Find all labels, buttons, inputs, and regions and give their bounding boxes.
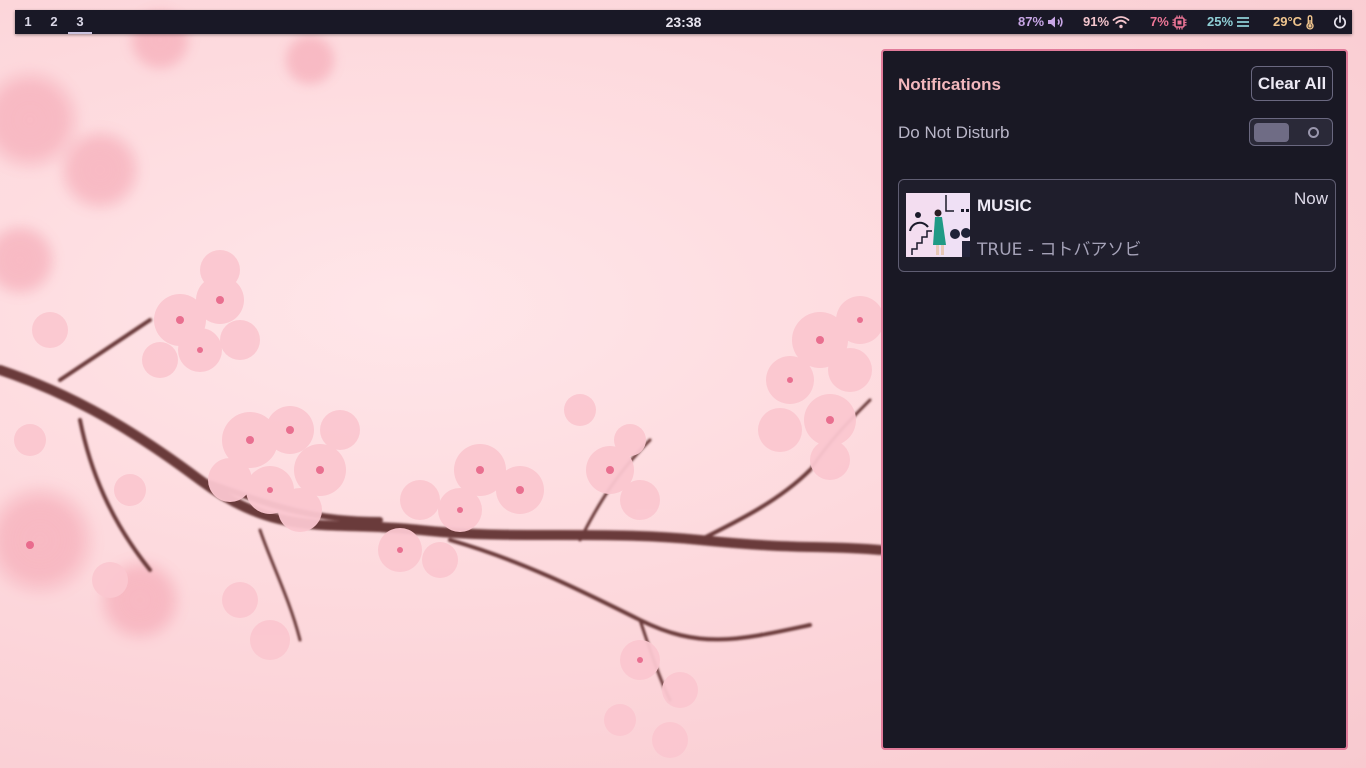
notification-time: Now: [1293, 189, 1328, 208]
power-icon: [1333, 15, 1347, 29]
notification-body: TRUE - コトバアソビ: [977, 240, 1142, 260]
cpu-icon: [1172, 15, 1187, 29]
workspace-1-button[interactable]: 1: [15, 10, 41, 34]
power-button[interactable]: [1333, 10, 1347, 34]
temperature-value: 29°C: [1273, 14, 1303, 29]
toggle-off-indicator-icon: [1308, 127, 1319, 138]
volume-module[interactable]: 87%: [1018, 10, 1065, 34]
cpu-value: 7%: [1150, 14, 1169, 29]
workspace-3-button[interactable]: 3: [67, 10, 93, 34]
clear-all-button[interactable]: Clear All: [1251, 66, 1333, 101]
album-art-image: [906, 193, 970, 257]
memory-icon: [1237, 17, 1250, 27]
memory-module[interactable]: 25%: [1207, 10, 1250, 34]
cpu-module[interactable]: 7%: [1150, 10, 1187, 34]
toggle-knob: [1254, 123, 1289, 142]
workspace-2-button[interactable]: 2: [41, 10, 67, 34]
wifi-icon: [1112, 16, 1130, 29]
thermometer-icon: [1306, 14, 1314, 30]
top-bar: 1 2 3 23:38 87% 91% 7% 25% 29°C: [15, 10, 1352, 34]
notification-center-title: Notifications: [898, 75, 1001, 94]
temperature-module[interactable]: 29°C: [1273, 10, 1315, 34]
wifi-value: 91%: [1083, 14, 1110, 29]
notification-card[interactable]: MUSIC Now TRUE - コトバアソビ: [898, 179, 1336, 272]
notification-app-name: MUSIC: [977, 196, 1032, 215]
memory-value: 25%: [1207, 14, 1234, 29]
wifi-module[interactable]: 91%: [1083, 10, 1130, 34]
do-not-disturb-toggle[interactable]: [1249, 118, 1333, 146]
notification-center-panel: Notifications Clear All Do Not Disturb M…: [881, 49, 1348, 750]
do-not-disturb-label: Do Not Disturb: [898, 123, 1010, 142]
volume-value: 87%: [1018, 14, 1045, 29]
volume-icon: [1048, 16, 1063, 28]
